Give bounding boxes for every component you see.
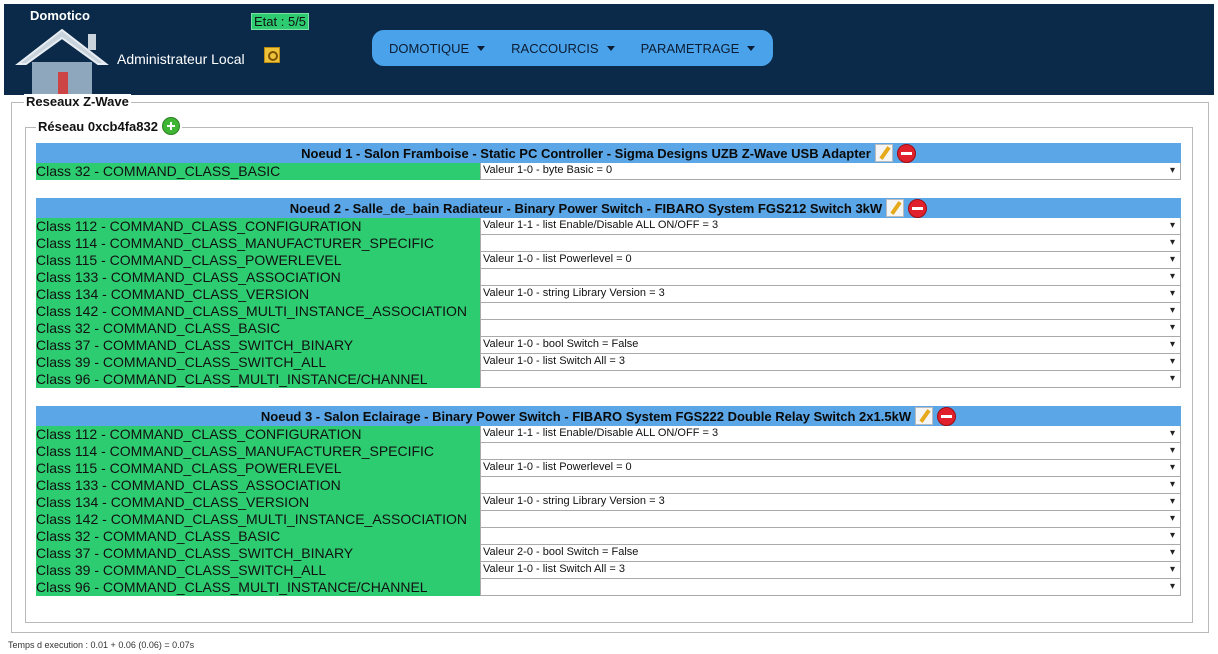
table-row: Class 112 - COMMAND_CLASS_CONFIGURATION V… — [36, 218, 1181, 235]
class-label: Class 112 - COMMAND_CLASS_CONFIGURATION — [36, 218, 480, 235]
table-row: Class 134 - COMMAND_CLASS_VERSION Valeur … — [36, 286, 1181, 303]
value-select[interactable] — [480, 320, 1181, 337]
class-label: Class 142 - COMMAND_CLASS_MULTI_INSTANCE… — [36, 303, 480, 320]
value-select[interactable]: Valeur 1-0 - byte Basic = 0 — [480, 163, 1181, 180]
node-header: Noeud 3 - Salon Eclairage - Binary Power… — [36, 406, 1181, 426]
table-row: Class 115 - COMMAND_CLASS_POWERLEVEL Vale… — [36, 252, 1181, 269]
edit-icon[interactable] — [874, 144, 893, 162]
table-row: Class 114 - COMMAND_CLASS_MANUFACTURER_S… — [36, 235, 1181, 252]
chevron-down-icon — [606, 45, 615, 51]
execution-time: Temps d execution : 0.01 + 0.06 (0.06) =… — [8, 640, 195, 650]
table-row: Class 133 - COMMAND_CLASS_ASSOCIATION — [36, 269, 1181, 286]
class-label: Class 32 - COMMAND_CLASS_BASIC — [36, 163, 480, 180]
table-row: Class 39 - COMMAND_CLASS_SWITCH_ALL Valeu… — [36, 354, 1181, 371]
menu-parametrage[interactable]: PARAMETRAGE — [641, 41, 756, 56]
class-label: Class 114 - COMMAND_CLASS_MANUFACTURER_S… — [36, 235, 480, 252]
value-select[interactable] — [480, 235, 1181, 252]
class-label: Class 142 - COMMAND_CLASS_MULTI_INSTANCE… — [36, 511, 480, 528]
node-title: Noeud 3 - Salon Eclairage - Binary Power… — [260, 408, 912, 424]
class-label: Class 32 - COMMAND_CLASS_BASIC — [36, 320, 480, 337]
delete-icon[interactable] — [937, 406, 957, 426]
add-icon[interactable] — [161, 117, 180, 135]
main-menu: DOMOTIQUE RACCOURCIS PARAMETRAGE — [372, 30, 773, 66]
table-row: Class 32 - COMMAND_CLASS_BASIC — [36, 320, 1181, 337]
table-row: Class 39 - COMMAND_CLASS_SWITCH_ALL Valeu… — [36, 562, 1181, 579]
class-label: Class 115 - COMMAND_CLASS_POWERLEVEL — [36, 252, 480, 269]
table-row: Class 96 - COMMAND_CLASS_MULTI_INSTANCE/… — [36, 371, 1181, 388]
class-label: Class 114 - COMMAND_CLASS_MANUFACTURER_S… — [36, 443, 480, 460]
delete-icon[interactable] — [896, 143, 916, 163]
table-row: Class 96 - COMMAND_CLASS_MULTI_INSTANCE/… — [36, 579, 1181, 596]
value-select[interactable] — [480, 579, 1181, 596]
table-row: Class 114 - COMMAND_CLASS_MANUFACTURER_S… — [36, 443, 1181, 460]
table-row: Class 133 - COMMAND_CLASS_ASSOCIATION — [36, 477, 1181, 494]
class-label: Class 37 - COMMAND_CLASS_SWITCH_BINARY — [36, 337, 480, 354]
network-title: Réseau 0xcb4fa832 — [38, 118, 158, 134]
value-select[interactable]: Valeur 1-0 - list Powerlevel = 0 — [480, 252, 1181, 269]
network-legend: Réseau 0xcb4fa832 — [36, 117, 182, 135]
class-label: Class 32 - COMMAND_CLASS_BASIC — [36, 528, 480, 545]
node-1-table: Noeud 1 - Salon Framboise - Static PC Co… — [36, 143, 1181, 180]
menu-label: PARAMETRAGE — [640, 40, 740, 56]
value-select[interactable] — [480, 371, 1181, 388]
node-header: Noeud 2 - Salle_de_bain Radiateur - Bina… — [36, 198, 1181, 218]
class-label: Class 134 - COMMAND_CLASS_VERSION — [36, 286, 480, 303]
chevron-down-icon — [477, 45, 486, 51]
value-select[interactable]: Valeur 2-0 - bool Switch = False — [480, 545, 1181, 562]
table-row: Class 112 - COMMAND_CLASS_CONFIGURATION V… — [36, 426, 1181, 443]
class-label: Class 96 - COMMAND_CLASS_MULTI_INSTANCE/… — [36, 371, 480, 388]
class-label: Class 112 - COMMAND_CLASS_CONFIGURATION — [36, 426, 480, 443]
class-label: Class 133 - COMMAND_CLASS_ASSOCIATION — [36, 477, 480, 494]
table-row: Class 115 - COMMAND_CLASS_POWERLEVEL Vale… — [36, 460, 1181, 477]
table-row: Class 142 - COMMAND_CLASS_MULTI_INSTANCE… — [36, 511, 1181, 528]
value-select[interactable]: Valeur 1-0 - string Library Version = 3 — [480, 494, 1181, 511]
value-select[interactable]: Valeur 1-0 - bool Switch = False — [480, 337, 1181, 354]
table-row: Class 37 - COMMAND_CLASS_SWITCH_BINARY Va… — [36, 337, 1181, 354]
chevron-down-icon — [747, 45, 756, 51]
menu-label: RACCOURCIS — [511, 40, 599, 56]
table-row: Class 37 - COMMAND_CLASS_SWITCH_BINARY Va… — [36, 545, 1181, 562]
node-title: Noeud 2 - Salle_de_bain Radiateur - Bina… — [289, 200, 883, 216]
user-label: Administrateur Local — [117, 51, 245, 67]
table-row: Class 134 - COMMAND_CLASS_VERSION Valeur … — [36, 494, 1181, 511]
value-select[interactable]: Valeur 1-1 - list Enable/Disable ALL ON/… — [480, 426, 1181, 443]
status-badge[interactable]: Etat : 5/5 — [251, 13, 310, 30]
top-header: Domotico Etat : 5/5 Administrateur Local… — [4, 4, 1214, 96]
edit-icon[interactable] — [915, 407, 934, 425]
class-label: Class 133 - COMMAND_CLASS_ASSOCIATION — [36, 269, 480, 286]
value-select[interactable] — [480, 443, 1181, 460]
menu-label: DOMOTIQUE — [389, 40, 470, 56]
value-select[interactable] — [480, 528, 1181, 545]
value-select[interactable] — [480, 511, 1181, 528]
class-label: Class 39 - COMMAND_CLASS_SWITCH_ALL — [36, 354, 480, 371]
node-3-table: Noeud 3 - Salon Eclairage - Binary Power… — [36, 406, 1181, 596]
class-label: Class 134 - COMMAND_CLASS_VERSION — [36, 494, 480, 511]
class-label: Class 39 - COMMAND_CLASS_SWITCH_ALL — [36, 562, 480, 579]
node-title: Noeud 1 - Salon Framboise - Static PC Co… — [301, 145, 871, 161]
value-select[interactable]: Valeur 1-0 - list Switch All = 3 — [480, 562, 1181, 579]
house-logo-icon — [15, 28, 109, 96]
value-select[interactable] — [480, 303, 1181, 320]
value-select[interactable]: Valeur 1-0 - list Powerlevel = 0 — [480, 460, 1181, 477]
menu-domotique[interactable]: DOMOTIQUE — [389, 40, 486, 56]
table-row: Class 32 - COMMAND_CLASS_BASIC — [36, 528, 1181, 545]
class-label: Class 37 - COMMAND_CLASS_SWITCH_BINARY — [36, 545, 480, 562]
class-label: Class 96 - COMMAND_CLASS_MULTI_INSTANCE/… — [36, 579, 480, 596]
value-select[interactable] — [480, 477, 1181, 494]
class-label: Class 115 - COMMAND_CLASS_POWERLEVEL — [36, 460, 480, 477]
section-title: Reseaux Z-Wave — [24, 94, 131, 109]
node-header: Noeud 1 - Salon Framboise - Static PC Co… — [36, 143, 1181, 163]
node-2-table: Noeud 2 - Salle_de_bain Radiateur - Bina… — [36, 198, 1181, 388]
table-row: Class 142 - COMMAND_CLASS_MULTI_INSTANCE… — [36, 303, 1181, 320]
value-select[interactable]: Valeur 1-0 - string Library Version = 3 — [480, 286, 1181, 303]
value-select[interactable]: Valeur 1-0 - list Switch All = 3 — [480, 354, 1181, 371]
key-icon[interactable] — [264, 47, 280, 63]
delete-icon[interactable] — [908, 198, 928, 218]
table-row: Class 32 - COMMAND_CLASS_BASIC Valeur 1-0… — [36, 163, 1181, 180]
menu-raccourcis[interactable]: RACCOURCIS — [511, 40, 615, 56]
edit-icon[interactable] — [886, 199, 905, 217]
value-select[interactable] — [480, 269, 1181, 286]
brand-name: Domotico — [30, 8, 90, 23]
value-select[interactable]: Valeur 1-1 - list Enable/Disable ALL ON/… — [480, 218, 1181, 235]
